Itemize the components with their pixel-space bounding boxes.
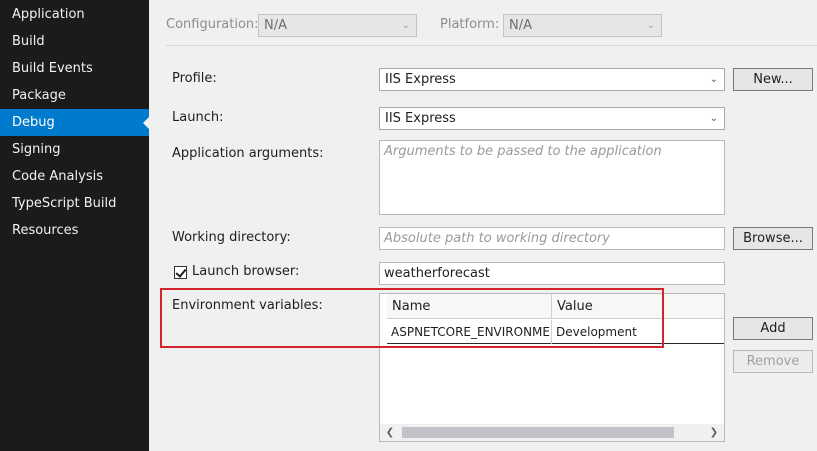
scrollbar-thumb[interactable] bbox=[402, 427, 674, 438]
highlight-box bbox=[160, 288, 664, 348]
remove-env-var-button[interactable]: Remove bbox=[733, 350, 813, 373]
launch-browser-label: Launch browser: bbox=[192, 264, 300, 279]
launch-label: Launch: bbox=[172, 110, 224, 125]
chevron-down-icon: ⌄ bbox=[401, 20, 410, 31]
sidebar-item-debug[interactable]: Debug bbox=[0, 109, 149, 136]
launch-value: IIS Express bbox=[385, 111, 456, 126]
app-args-placeholder: Arguments to be passed to the applicatio… bbox=[384, 144, 662, 159]
launch-browser-url-input[interactable]: weatherforecast bbox=[379, 262, 725, 285]
profile-label: Profile: bbox=[172, 71, 217, 86]
chevron-down-icon: ⌄ bbox=[646, 20, 655, 31]
chevron-down-icon: ⌄ bbox=[709, 74, 718, 85]
scroll-right-icon[interactable]: ❯ bbox=[706, 424, 722, 441]
launch-select[interactable]: IIS Express ⌄ bbox=[379, 107, 725, 130]
profile-value: IIS Express bbox=[385, 72, 456, 87]
profile-select[interactable]: IIS Express ⌄ bbox=[379, 68, 725, 91]
workdir-input[interactable]: Absolute path to working directory bbox=[379, 227, 725, 250]
platform-label: Platform: bbox=[440, 17, 500, 32]
configuration-select[interactable]: N/A ⌄ bbox=[258, 14, 417, 37]
app-args-input[interactable]: Arguments to be passed to the applicatio… bbox=[379, 140, 725, 215]
sidebar-item-resources[interactable]: Resources bbox=[0, 217, 149, 244]
workdir-placeholder: Absolute path to working directory bbox=[384, 231, 610, 246]
platform-value: N/A bbox=[509, 18, 532, 33]
chevron-down-icon: ⌄ bbox=[709, 113, 718, 124]
new-profile-button[interactable]: New... bbox=[733, 68, 813, 91]
configuration-label: Configuration: bbox=[166, 17, 259, 32]
sidebar-item-code-analysis[interactable]: Code Analysis bbox=[0, 163, 149, 190]
horizontal-scrollbar[interactable]: ❮ ❯ bbox=[380, 424, 724, 441]
browse-button[interactable]: Browse... bbox=[733, 227, 813, 250]
workdir-label: Working directory: bbox=[172, 230, 291, 245]
divider bbox=[166, 45, 817, 46]
sidebar-item-typescript-build[interactable]: TypeScript Build bbox=[0, 190, 149, 217]
add-env-var-button[interactable]: Add bbox=[733, 317, 813, 340]
app-args-label: Application arguments: bbox=[172, 146, 324, 161]
sidebar-item-application[interactable]: Application bbox=[0, 1, 149, 28]
sidebar-item-build-events[interactable]: Build Events bbox=[0, 55, 149, 82]
sidebar-item-package[interactable]: Package bbox=[0, 82, 149, 109]
sidebar-item-label: Debug bbox=[12, 115, 55, 130]
configuration-value: N/A bbox=[264, 18, 287, 33]
launch-browser-checkbox[interactable] bbox=[174, 266, 187, 279]
platform-select[interactable]: N/A ⌄ bbox=[503, 14, 662, 37]
sidebar-item-build[interactable]: Build bbox=[0, 28, 149, 55]
checkmark-icon bbox=[175, 266, 187, 278]
sidebar-item-signing[interactable]: Signing bbox=[0, 136, 149, 163]
scroll-left-icon[interactable]: ❮ bbox=[382, 424, 398, 441]
active-pointer-icon bbox=[143, 117, 149, 129]
sidebar: Application Build Build Events Package D… bbox=[0, 0, 149, 451]
launch-browser-url-value: weatherforecast bbox=[384, 266, 490, 281]
